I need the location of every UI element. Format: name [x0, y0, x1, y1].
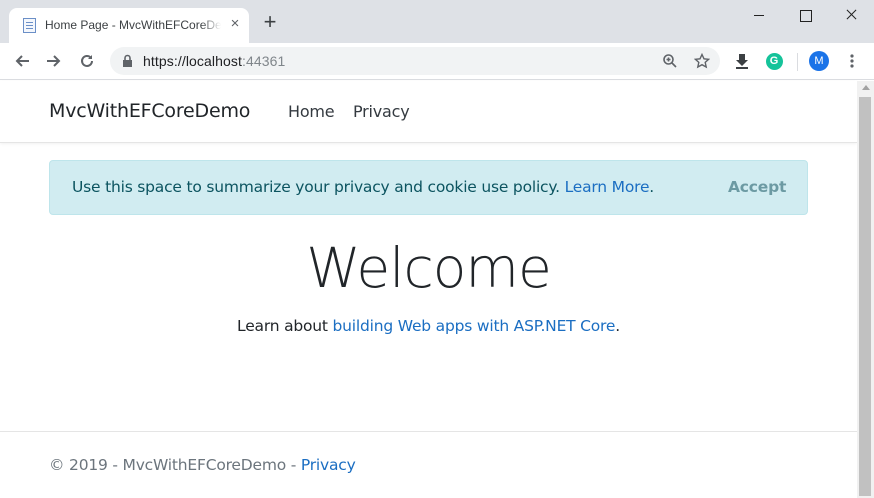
- footer-privacy-link[interactable]: Privacy: [301, 456, 356, 474]
- url-port: :44361: [241, 53, 286, 69]
- grammarly-extension-icon[interactable]: G: [762, 49, 786, 73]
- page-favicon-icon: [23, 18, 36, 33]
- page-viewport: MvcWithEFCoreDemo Home Privacy Use this …: [0, 81, 857, 498]
- accept-button[interactable]: Accept: [728, 178, 786, 196]
- avatar-initial: M: [809, 51, 829, 71]
- maximize-button[interactable]: [782, 0, 828, 30]
- tab-close-icon[interactable]: ×: [227, 16, 243, 32]
- menu-kebab-icon[interactable]: [840, 49, 864, 73]
- bookmark-star-icon[interactable]: [690, 49, 714, 73]
- window-close-button[interactable]: [828, 0, 874, 30]
- scroll-up-arrow-icon[interactable]: [862, 85, 870, 90]
- nav-link-privacy[interactable]: Privacy: [353, 102, 410, 121]
- cookie-message: Use this space to summarize your privacy…: [72, 178, 560, 196]
- learn-prefix: Learn about: [237, 317, 328, 335]
- zoom-icon[interactable]: [658, 49, 682, 73]
- lock-icon: [123, 54, 132, 67]
- url-main: https://localhost: [143, 53, 242, 69]
- download-icon[interactable]: [730, 49, 754, 73]
- browser-tab[interactable]: Home Page - MvcWithEFCoreDemo ×: [9, 8, 249, 43]
- learn-about-text: Learn about building Web apps with ASP.N…: [0, 317, 857, 335]
- cookie-consent-text: Use this space to summarize your privacy…: [72, 178, 654, 196]
- site-footer: © 2019 - MvcWithEFCoreDemo - Privacy: [49, 456, 356, 474]
- browser-titlebar: Home Page - MvcWithEFCoreDemo × +: [0, 0, 874, 43]
- cookie-period: .: [649, 178, 655, 196]
- url-text: https://localhost:44361: [143, 53, 285, 69]
- learn-suffix: .: [615, 317, 620, 335]
- brand-link[interactable]: MvcWithEFCoreDemo: [49, 100, 250, 122]
- scrollbar-thumb[interactable]: [859, 97, 871, 496]
- aspnet-docs-link[interactable]: building Web apps with ASP.NET Core: [333, 317, 616, 335]
- cookie-consent-banner: Use this space to summarize your privacy…: [49, 160, 808, 215]
- footer-divider: [0, 431, 857, 432]
- reload-icon[interactable]: [75, 49, 99, 73]
- page-title: Welcome: [306, 236, 552, 300]
- forward-icon[interactable]: [42, 49, 66, 73]
- toolbar-separator: [797, 53, 798, 71]
- learn-more-link[interactable]: Learn More: [565, 178, 650, 196]
- back-icon[interactable]: [10, 49, 34, 73]
- minimize-button[interactable]: [736, 0, 782, 30]
- tab-title: Home Page - MvcWithEFCoreDemo: [45, 18, 221, 32]
- footer-copyright: © 2019 - MvcWithEFCoreDemo -: [49, 456, 297, 474]
- grammarly-label: G: [765, 52, 783, 70]
- nav-link-home[interactable]: Home: [288, 102, 335, 121]
- new-tab-button[interactable]: +: [259, 11, 281, 34]
- profile-avatar[interactable]: M: [807, 49, 831, 73]
- vertical-scrollbar[interactable]: [857, 81, 874, 498]
- address-bar[interactable]: https://localhost:44361: [110, 47, 720, 75]
- site-navbar: MvcWithEFCoreDemo Home Privacy: [0, 81, 857, 143]
- browser-toolbar: https://localhost:44361 G M: [0, 43, 874, 80]
